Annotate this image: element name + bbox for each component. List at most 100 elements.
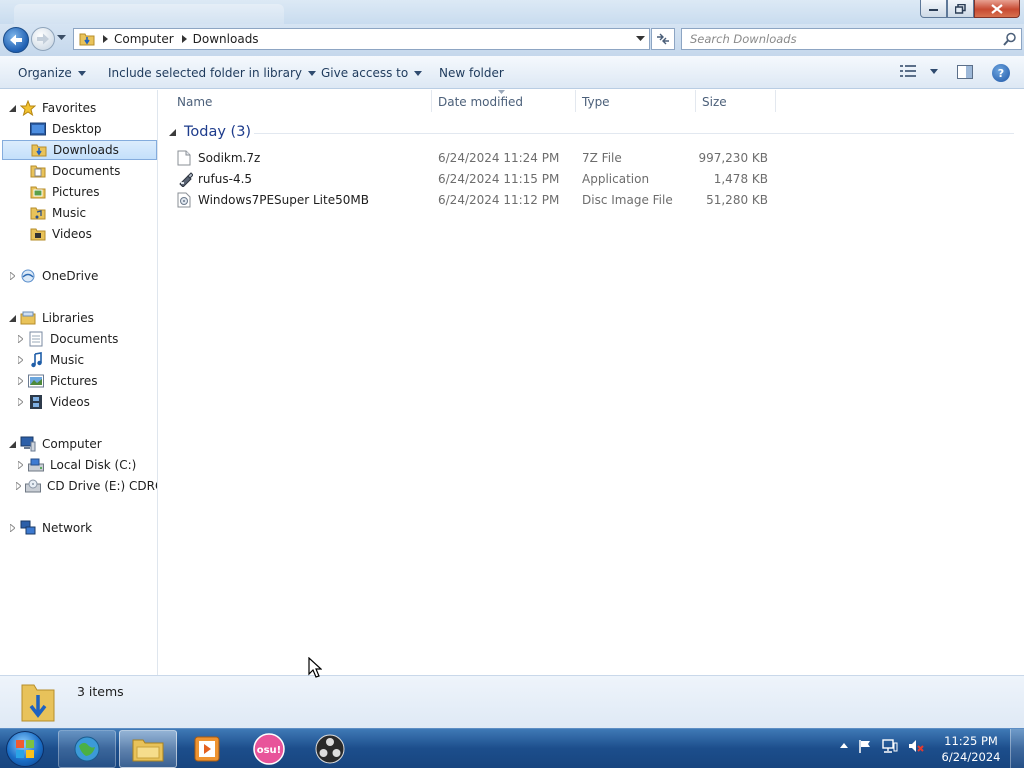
file-type: 7Z File: [582, 151, 622, 165]
collapsed-arrow-icon[interactable]: [9, 524, 15, 532]
show-desktop-button[interactable]: [1010, 729, 1024, 768]
new-folder-button[interactable]: New folder: [439, 66, 504, 80]
new-folder-label: New folder: [439, 66, 504, 80]
address-bar[interactable]: Computer Downloads: [73, 28, 650, 50]
collapsed-arrow-icon[interactable]: [17, 335, 23, 343]
network-tray-icon: [882, 739, 898, 753]
give-access-label: Give access to: [321, 66, 409, 80]
give-access-menu[interactable]: Give access to: [321, 66, 423, 80]
breadcrumb-downloads[interactable]: Downloads: [193, 32, 259, 46]
computer-icon: [20, 436, 36, 452]
search-icon[interactable]: [1003, 32, 1017, 46]
nav-desktop-label: Desktop: [52, 122, 102, 136]
start-button[interactable]: [6, 731, 44, 767]
forward-arrow-icon: [37, 33, 49, 45]
minimize-button[interactable]: [920, 0, 947, 18]
nav-favorites-label: Favorites: [42, 101, 97, 115]
column-divider[interactable]: [431, 90, 432, 112]
collapsed-arrow-icon[interactable]: [17, 461, 23, 469]
nav-local-disk[interactable]: Local Disk (C:): [16, 455, 157, 475]
taskbar-obs[interactable]: [301, 730, 359, 768]
nav-documents[interactable]: Documents: [30, 161, 157, 181]
forward-button[interactable]: [31, 27, 55, 51]
nav-favorites[interactable]: Favorites: [8, 98, 157, 118]
nav-onedrive[interactable]: OneDrive: [8, 266, 157, 286]
nav-computer-label: Computer: [42, 437, 102, 451]
nav-lib-documents[interactable]: Documents: [16, 329, 157, 349]
include-in-library-menu[interactable]: Include selected folder in library: [108, 66, 316, 80]
maximize-button[interactable]: [947, 0, 974, 18]
file-row[interactable]: Windows7PESuper Lite50MB 6/24/2024 11:12…: [177, 190, 777, 210]
nav-lib-videos-label: Videos: [50, 395, 90, 409]
nav-downloads[interactable]: Downloads: [2, 140, 157, 160]
cd-drive-icon: [25, 479, 41, 493]
nav-desktop[interactable]: Desktop: [30, 119, 157, 139]
media-player-icon: [194, 736, 220, 762]
nav-libraries[interactable]: Libraries: [8, 308, 157, 328]
breadcrumb-computer[interactable]: Computer: [114, 32, 174, 46]
column-divider[interactable]: [575, 90, 576, 112]
nav-cd-drive[interactable]: CD Drive (E:) CDROM: [16, 476, 157, 496]
change-view-button[interactable]: [900, 65, 938, 77]
search-placeholder: Search Downloads: [690, 32, 797, 46]
column-name[interactable]: Name: [177, 95, 212, 109]
close-button[interactable]: [974, 0, 1020, 18]
clock[interactable]: 11:25 PM 6/24/2024: [935, 733, 1007, 765]
nav-lib-music[interactable]: Music: [16, 350, 157, 370]
nav-lib-videos[interactable]: Videos: [16, 392, 157, 412]
show-hidden-icons-button[interactable]: [840, 743, 848, 749]
file-name: Sodikm.7z: [198, 151, 261, 165]
music-note-icon: [31, 352, 42, 368]
nav-pictures[interactable]: Pictures: [30, 182, 157, 202]
column-date-modified[interactable]: Date modified: [438, 95, 523, 109]
nav-music[interactable]: Music: [30, 203, 157, 223]
column-divider[interactable]: [775, 90, 776, 112]
sort-indicator-icon: [498, 90, 505, 94]
file-row[interactable]: rufus-4.5 6/24/2024 11:15 PM Application…: [177, 169, 777, 189]
expanded-arrow-icon[interactable]: [8, 314, 16, 322]
nav-computer[interactable]: Computer: [8, 434, 157, 454]
recent-pages-dropdown-icon[interactable]: [57, 35, 66, 41]
column-type[interactable]: Type: [582, 95, 610, 109]
refresh-button[interactable]: [651, 28, 675, 50]
nav-lib-documents-label: Documents: [50, 332, 119, 346]
expanded-arrow-icon[interactable]: [8, 440, 16, 448]
preview-pane-icon[interactable]: [957, 65, 973, 79]
back-arrow-icon: [10, 34, 22, 46]
collapse-group-icon[interactable]: [169, 128, 176, 136]
file-row[interactable]: Sodikm.7z 6/24/2024 11:24 PM 7Z File 997…: [177, 148, 777, 168]
collapsed-arrow-icon[interactable]: [17, 398, 23, 406]
taskbar-osu[interactable]: osu!: [240, 730, 298, 768]
file-type: Application: [582, 172, 650, 186]
address-dropdown-icon[interactable]: [636, 36, 645, 42]
search-input[interactable]: Search Downloads: [681, 28, 1022, 50]
action-center-button[interactable]: [858, 739, 872, 753]
group-header-today[interactable]: Today (3): [169, 124, 251, 140]
back-button[interactable]: [3, 27, 29, 53]
organize-menu[interactable]: Organize: [18, 66, 86, 80]
taskbar-browser[interactable]: [58, 730, 116, 768]
volume-tray-button[interactable]: [908, 739, 924, 753]
film-strip-icon: [30, 395, 42, 409]
taskbar-media-player[interactable]: [178, 730, 236, 768]
nav-lib-pictures[interactable]: Pictures: [16, 371, 157, 391]
taskbar: osu! 11:25 PM 6/24/2024: [0, 728, 1024, 768]
breadcrumb-chevron-icon: [103, 35, 108, 43]
expanded-arrow-icon[interactable]: [8, 104, 16, 112]
collapsed-arrow-icon[interactable]: [17, 356, 23, 364]
collapsed-arrow-icon[interactable]: [17, 377, 23, 385]
collapsed-arrow-icon[interactable]: [16, 482, 21, 490]
item-count: 3 items: [77, 684, 124, 699]
file-icon: [177, 150, 191, 166]
nav-videos-label: Videos: [52, 227, 92, 241]
taskbar-explorer[interactable]: [119, 730, 177, 768]
network-tray-button[interactable]: [882, 739, 898, 753]
nav-network[interactable]: Network: [8, 518, 157, 538]
chevron-down-icon: [414, 70, 423, 76]
include-label: Include selected folder in library: [108, 66, 302, 80]
column-size[interactable]: Size: [702, 95, 727, 109]
column-divider[interactable]: [695, 90, 696, 112]
collapsed-arrow-icon[interactable]: [9, 272, 15, 280]
nav-videos[interactable]: Videos: [30, 224, 157, 244]
help-button[interactable]: ?: [992, 64, 1010, 82]
